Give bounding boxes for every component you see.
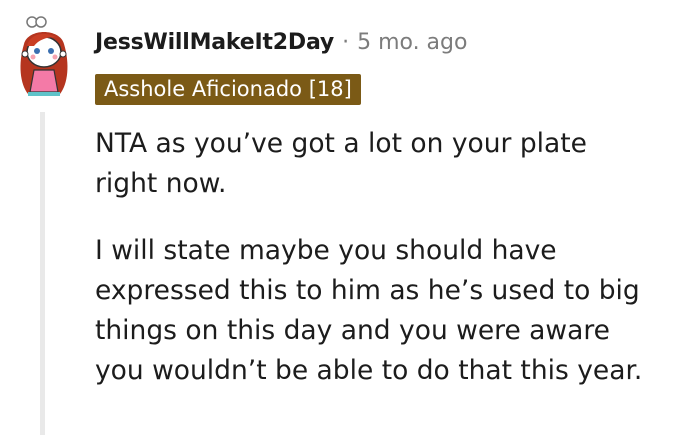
comment-text-line: things on this day and you were aware <box>95 315 610 346</box>
comment-meta: JessWillMakeIt2Day · 5 mo. ago <box>95 30 467 55</box>
comment-text-line: right now. <box>95 168 227 199</box>
username-link[interactable]: JessWillMakeIt2Day <box>95 30 334 55</box>
comment-text-line: NTA as you’ve got a lot on your plate <box>95 128 587 159</box>
user-avatar-icon[interactable] <box>10 14 78 98</box>
comment-body: NTA as you’ve got a lot on your plate ri… <box>95 124 690 418</box>
comment-paragraph: NTA as you’ve got a lot on your plate ri… <box>95 124 690 204</box>
meta-separator: · <box>342 30 350 55</box>
comment-text-line: expressed this to him as he’s used to bi… <box>95 275 640 306</box>
comment-timestamp[interactable]: 5 mo. ago <box>357 30 467 55</box>
comment-text-line: I will state maybe you should have <box>95 235 557 266</box>
user-flair-badge: Asshole Aficionado [18] <box>95 74 361 105</box>
thread-collapse-line[interactable] <box>40 112 45 435</box>
comment-paragraph: I will state maybe you should have expre… <box>95 231 690 391</box>
comment-text-line: you wouldn’t be able to do that this yea… <box>95 355 643 386</box>
comment: JessWillMakeIt2Day · 5 mo. ago Asshole A… <box>0 0 700 435</box>
